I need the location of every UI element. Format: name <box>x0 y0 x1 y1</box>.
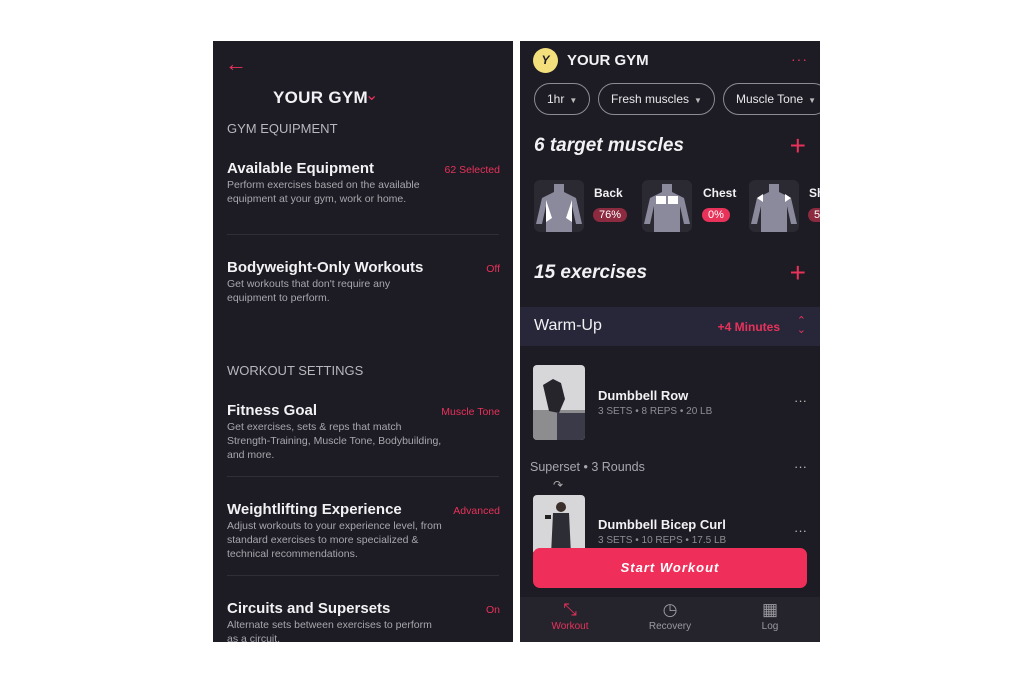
divider <box>227 476 499 477</box>
setting-title: Bodyweight-Only Workouts <box>227 259 424 276</box>
setting-desc: Adjust workouts to your experience level… <box>227 520 442 560</box>
back-muscle-image <box>534 180 584 232</box>
filter-label: Muscle Tone <box>736 92 804 106</box>
superset-info: Superset • 3 Rounds <box>530 460 645 474</box>
warmup-duration: +4 Minutes <box>717 320 780 334</box>
superset-more-icon[interactable]: ··· <box>794 459 807 474</box>
setting-desc: Alternate sets between exercises to perf… <box>227 619 432 642</box>
superset-loop-arrow-icon: ↷ <box>553 478 564 492</box>
exercise-meta: 3 SETS • 10 REPS • 17.5 LB <box>598 535 727 546</box>
chest-muscle-image <box>642 180 692 232</box>
setting-value: Off <box>486 263 500 275</box>
exercise-more-icon[interactable]: ··· <box>794 393 807 408</box>
filter-label: Fresh muscles <box>611 92 690 106</box>
back-arrow-icon[interactable]: ← <box>225 51 247 77</box>
nav-label: Log <box>761 621 779 632</box>
caret-down-icon: ▼ <box>808 96 817 105</box>
bottom-nav: ⤡ Workout ◷ Recovery ▦ Log <box>520 597 820 642</box>
exercise-more-icon[interactable]: ··· <box>794 523 807 538</box>
start-workout-button[interactable]: Start Workout <box>533 548 807 588</box>
exercises-heading: 15 exercises <box>534 262 648 283</box>
more-options-icon[interactable]: ··· <box>791 51 808 67</box>
setting-title: Circuits and Supersets <box>227 600 391 617</box>
exercise-name: Dumbbell Bicep Curl <box>598 517 726 532</box>
clock-refresh-icon: ◷ <box>662 600 678 619</box>
setting-title: Available Equipment <box>227 160 374 177</box>
nav-workout[interactable]: ⤡ Workout <box>520 597 620 632</box>
shoulders-muscle-image <box>749 180 799 232</box>
setting-title: Weightlifting Experience <box>227 501 402 518</box>
add-muscle-plus-icon[interactable]: + <box>790 132 806 160</box>
superset-label: Superset <box>530 460 581 474</box>
arrows-expand-icon: ⤡ <box>563 600 577 619</box>
setting-desc: Perform exercises based on the available… <box>227 179 420 205</box>
nav-log[interactable]: ▦ Log <box>720 597 820 632</box>
muscle-recovery-badge: 76% <box>593 208 628 222</box>
nav-label: Recovery <box>648 621 692 632</box>
gym-title[interactable]: YOUR GYM <box>273 88 368 108</box>
section-gym-equipment: GYM EQUIPMENT <box>227 121 338 136</box>
divider <box>227 575 499 576</box>
warmup-label: Warm-Up <box>534 317 602 334</box>
muscle-name: Chest <box>703 186 737 200</box>
avatar[interactable]: Y <box>533 48 558 73</box>
exercise-thumbnail <box>533 495 585 555</box>
superset-rounds: 3 Rounds <box>591 460 645 474</box>
setting-title: Fitness Goal <box>227 402 318 419</box>
filter-muscles[interactable]: Fresh muscles ▼ <box>598 83 715 115</box>
caret-down-icon: ▼ <box>694 96 702 105</box>
nav-recovery[interactable]: ◷ Recovery <box>620 597 720 632</box>
caret-down-icon: ▼ <box>569 96 578 105</box>
muscle-recovery-badge: 0% <box>702 208 730 222</box>
exercise-thumbnail <box>533 365 585 440</box>
muscle-recovery-badge: 5 <box>808 208 820 222</box>
exercise-name: Dumbbell Row <box>598 388 689 403</box>
chevron-down-icon[interactable]: ⌄ <box>365 85 378 105</box>
calendar-icon: ▦ <box>761 600 779 619</box>
gym-settings-screen: ← YOUR GYM ⌄ GYM EQUIPMENT Available Equ… <box>213 41 513 642</box>
workout-screen: Y YOUR GYM ··· 1hr ▼ Fresh muscles ▼ Muscl… <box>520 41 820 642</box>
setting-value: Advanced <box>453 505 500 517</box>
filter-duration[interactable]: 1hr ▼ <box>534 83 591 115</box>
gym-title[interactable]: YOUR GYM <box>567 52 649 69</box>
nav-label: Workout <box>551 621 589 632</box>
target-muscles-heading: 6 target muscles <box>534 135 684 156</box>
add-exercise-plus-icon[interactable]: + <box>790 259 806 287</box>
setting-value: On <box>485 604 500 616</box>
section-workout-settings: WORKOUT SETTINGS <box>227 363 364 378</box>
setting-value: Muscle Tone <box>441 406 500 418</box>
filter-label: 1hr <box>547 92 565 106</box>
muscle-name: Sh <box>809 186 820 200</box>
warmup-row[interactable]: Warm-Up +4 Minutes ⌃ ⌄ <box>520 307 820 346</box>
muscle-name: Back <box>594 186 623 200</box>
filter-goal[interactable]: Muscle Tone ▼ <box>723 83 820 115</box>
setting-desc: Get exercises, sets & reps that match St… <box>227 421 442 461</box>
setting-value: 62 Selected <box>444 164 500 176</box>
exercise-meta: 3 SETS • 8 REPS • 20 LB <box>598 406 713 417</box>
divider <box>227 234 499 235</box>
setting-desc: Get workouts that don't require any equi… <box>227 278 391 304</box>
expand-collapse-icon[interactable]: ⌃ ⌄ <box>797 316 806 336</box>
